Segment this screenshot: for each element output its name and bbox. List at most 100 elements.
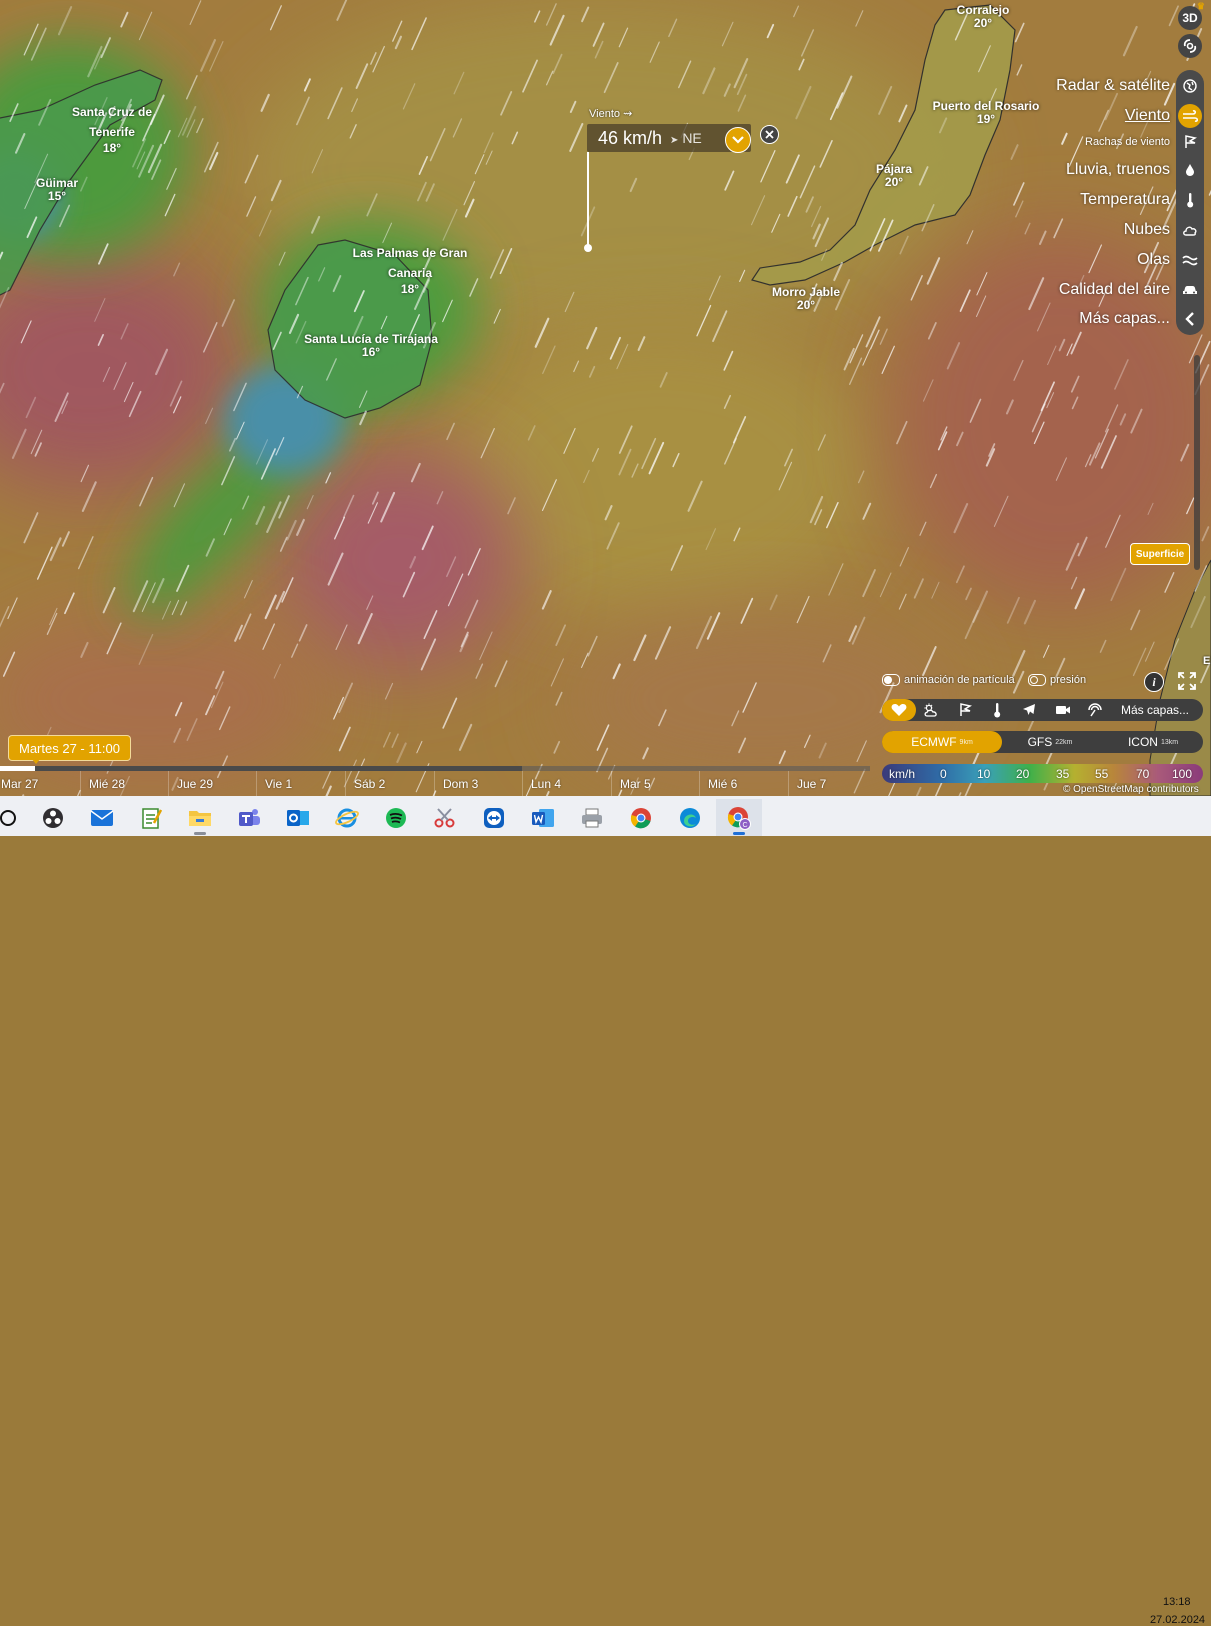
wind-small-icon: ⇝ — [623, 108, 633, 120]
menu-more-layers[interactable]: Más capas... — [1079, 310, 1170, 328]
legend-value: 20 — [1016, 767, 1030, 781]
menu-clouds[interactable]: Nubes — [1124, 221, 1170, 239]
radar-icon[interactable] — [1084, 699, 1106, 721]
snipping-tool-icon[interactable] — [422, 799, 468, 836]
altitude-slider[interactable] — [1194, 355, 1200, 570]
fullscreen-icon[interactable] — [1178, 672, 1196, 690]
popup-close-button[interactable] — [760, 125, 779, 144]
cloud-icon[interactable] — [1178, 218, 1202, 242]
map-attribution[interactable]: © OpenStreetMap contributors — [1063, 784, 1199, 795]
model-icon[interactable]: ICON 13km — [1108, 731, 1198, 753]
internet-explorer-icon[interactable] — [324, 799, 370, 836]
popup-pin-line — [587, 152, 589, 247]
menu-rain-thunder[interactable]: Lluvia, truenos — [1066, 161, 1170, 179]
wind-speed-legend[interactable]: km/h 0 10 20 35 55 70 100 — [882, 764, 1203, 783]
quick-layer-bar: Más capas... — [882, 699, 1203, 721]
raindrop-icon[interactable] — [1178, 158, 1202, 182]
menu-air-quality[interactable]: Calidad del aire — [1059, 281, 1170, 299]
svg-text:C: C — [742, 822, 747, 829]
mail-icon[interactable] — [79, 799, 125, 836]
close-icon — [765, 130, 774, 139]
altitude-level-badge[interactable]: Superficie — [1130, 543, 1190, 565]
more-layers-link[interactable]: Más capas... — [1121, 703, 1189, 717]
legend-value: 100 — [1172, 767, 1193, 781]
menu-wind[interactable]: Viento — [1125, 107, 1170, 125]
wind-direction: ➤ NE — [670, 130, 702, 146]
file-explorer-icon[interactable] — [177, 799, 223, 836]
edge-place-label: E — [1203, 655, 1211, 667]
time-pointer — [31, 758, 41, 764]
hurricane-icon — [1183, 39, 1197, 53]
wind-icon[interactable] — [1178, 104, 1202, 128]
toggle-switch-off — [1028, 674, 1046, 686]
wind-speed-value: 46 km/h — [598, 127, 663, 148]
flag-icon[interactable] — [1178, 130, 1202, 154]
weather-icon[interactable] — [920, 699, 942, 721]
chrome-icon[interactable] — [618, 799, 664, 836]
menu-radar-satellite[interactable]: Radar & satélite — [1056, 77, 1170, 95]
timeline-day[interactable]: Vie 1 — [256, 771, 344, 796]
model-selector: ECMWF 9km GFS 22km ICON 13km — [882, 731, 1203, 753]
outlook-icon[interactable] — [275, 799, 321, 836]
popup-expand-button[interactable] — [725, 127, 751, 153]
spotify-icon[interactable] — [373, 799, 419, 836]
waves-icon[interactable] — [1178, 248, 1202, 272]
chevron-down-icon — [732, 136, 744, 144]
place-label-corralejo: Corralejo 20° — [956, 3, 1010, 30]
place-label-las-palmas: Las Palmas de Gran Canaria 18° — [352, 246, 468, 296]
hurricane-button[interactable] — [1178, 34, 1202, 58]
printer-icon[interactable] — [569, 799, 615, 836]
timeline-day[interactable]: Jue 29 — [168, 771, 256, 796]
place-label-morro-jable: Morro Jable 20° — [771, 285, 841, 312]
search-icon[interactable] — [0, 799, 31, 836]
crown-icon: ♛ — [1196, 1, 1205, 11]
info-icon[interactable]: i — [1144, 672, 1164, 692]
clock-time[interactable]: 13:18 — [1163, 1596, 1191, 1608]
teams-icon[interactable] — [226, 799, 272, 836]
model-gfs[interactable]: GFS 22km — [1012, 731, 1088, 753]
globe-icon[interactable] — [1178, 74, 1202, 98]
popup-pin-dot[interactable] — [584, 244, 592, 252]
obs-studio-icon[interactable] — [30, 799, 76, 836]
airplane-icon[interactable] — [1018, 699, 1040, 721]
3d-button[interactable]: 3D ♛ — [1178, 1, 1205, 30]
thermometer-icon[interactable] — [1178, 188, 1202, 212]
clock-date[interactable]: 27.02.2024 — [1150, 1614, 1205, 1626]
flag-icon[interactable] — [954, 699, 976, 721]
menu-waves[interactable]: Olas — [1137, 251, 1170, 269]
windows-taskbar: C 13:18 27.02.2024 — [0, 796, 1211, 1626]
timeline-day[interactable]: Jue 7 — [788, 771, 876, 796]
heart-icon[interactable] — [882, 699, 916, 721]
legend-value: 10 — [977, 767, 991, 781]
legend-value: 35 — [1056, 767, 1070, 781]
current-time-badge[interactable]: Martes 27 - 11:00 — [8, 735, 131, 761]
thermometer-icon[interactable] — [986, 699, 1008, 721]
menu-wind-gusts[interactable]: Rachas de viento — [1085, 136, 1170, 148]
timeline-day[interactable]: Sáb 2 — [345, 771, 433, 796]
chrome-profile-icon[interactable]: C — [716, 799, 762, 836]
webcam-icon[interactable] — [1052, 699, 1074, 721]
teamviewer-icon[interactable] — [471, 799, 517, 836]
timeline-day[interactable]: Mié 28 — [80, 771, 168, 796]
pressure-toggle[interactable]: presión — [1028, 674, 1086, 686]
timeline-day[interactable]: Dom 3 — [434, 771, 522, 796]
notepad-plus-icon[interactable] — [128, 799, 174, 836]
legend-value: 55 — [1095, 767, 1109, 781]
timeline-day[interactable]: Mié 6 — [699, 771, 787, 796]
timeline-day[interactable]: Mar 5 — [611, 771, 699, 796]
place-label-pajara: Pájara 20° — [875, 162, 913, 189]
toggle-switch-on — [882, 674, 900, 686]
chevron-left-icon[interactable] — [1178, 307, 1202, 331]
edge-icon[interactable] — [667, 799, 713, 836]
word-icon[interactable] — [520, 799, 566, 836]
model-ecmwf[interactable]: ECMWF 9km — [882, 731, 1002, 753]
menu-temperature[interactable]: Temperatura — [1080, 191, 1170, 209]
legend-value: 70 — [1136, 767, 1150, 781]
timeline-day[interactable]: Mar 27 — [0, 771, 80, 796]
car-icon[interactable] — [1178, 278, 1202, 302]
place-label-guimar: Güimar 15° — [35, 176, 79, 203]
legend-value: 0 — [940, 767, 947, 781]
legend-unit: km/h — [889, 767, 916, 781]
timeline-day[interactable]: Lun 4 — [522, 771, 610, 796]
particle-animation-toggle[interactable]: animación de partícula — [882, 674, 1015, 686]
